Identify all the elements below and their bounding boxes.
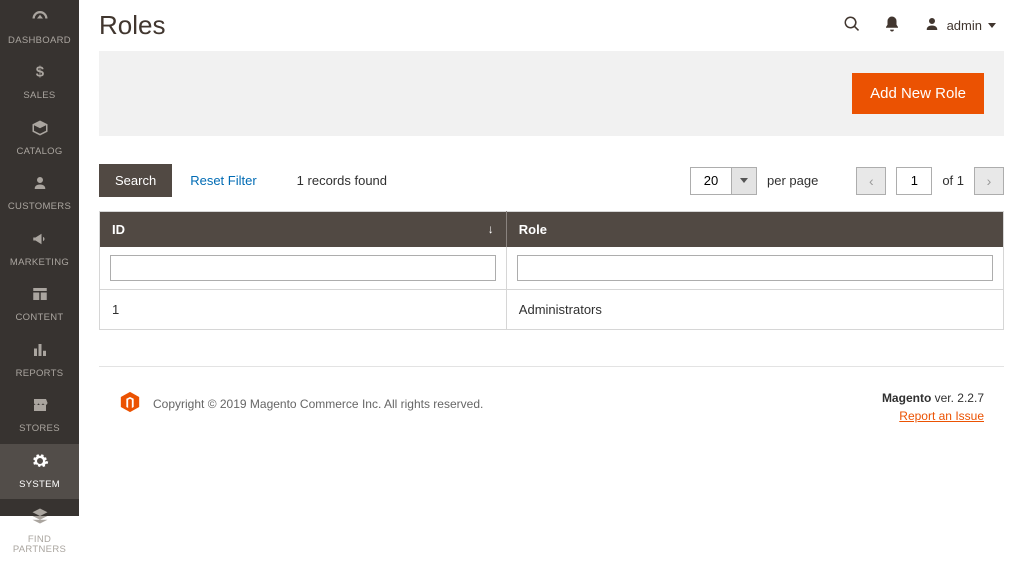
sidebar-item-label: MARKETING [10,258,69,268]
filter-id-input[interactable] [110,255,496,281]
header-actions: admin [843,15,996,36]
header: Roles admin [79,0,1024,51]
svg-text:$: $ [35,64,44,81]
col-id-header[interactable]: ID ↓ [100,212,507,248]
person-icon [31,174,49,198]
sidebar-item-label: REPORTS [16,369,64,379]
chevron-right-icon: › [987,173,992,189]
table-row[interactable]: 1 Administrators [100,290,1004,330]
brand-name: Magento [882,391,931,405]
user-menu[interactable]: admin [923,15,996,36]
sidebar-item-reports[interactable]: REPORTS [0,333,79,388]
version-number: ver. 2.2.7 [935,391,984,405]
sidebar-item-system[interactable]: SYSTEM [0,444,79,499]
action-bar: Add New Role [99,51,1004,136]
content: Add New Role Search Reset Filter 1 recor… [79,51,1024,423]
per-page-dropdown-button[interactable] [731,167,757,195]
pager-of-label: of 1 [942,173,964,188]
sidebar-item-label: CONTENT [15,313,63,323]
user-icon [923,15,941,36]
user-name: admin [947,18,982,33]
grid-controls: Search Reset Filter 1 records found per … [99,164,1004,197]
sidebar-item-label: SYSTEM [19,480,60,490]
page-title: Roles [99,10,843,41]
sidebar-item-partners[interactable]: FIND PARTNERS [0,499,79,565]
sidebar-item-dashboard[interactable]: DASHBOARD [0,0,79,55]
pager-prev-button[interactable]: ‹ [856,167,886,195]
sidebar-item-stores[interactable]: STORES [0,388,79,443]
pager-current-input[interactable] [896,167,932,195]
bar-chart-icon [31,341,49,365]
cell-role: Administrators [506,290,1003,330]
reset-filter-link[interactable]: Reset Filter [190,173,256,188]
gauge-icon [29,8,51,32]
filter-row [100,247,1004,290]
search-icon[interactable] [843,15,861,36]
sidebar-item-label: DASHBOARD [8,36,71,46]
magento-logo-icon [119,391,141,416]
sidebar-item-customers[interactable]: CUSTOMERS [0,166,79,221]
per-page-input[interactable] [690,167,732,195]
megaphone-icon [31,230,49,254]
sidebar-item-sales[interactable]: $ SALES [0,55,79,110]
sidebar-item-label: CATALOG [16,147,62,157]
sidebar-item-label: SALES [23,91,55,101]
sidebar-item-label: STORES [19,424,60,434]
layout-icon [31,285,49,309]
col-id-label: ID [112,222,125,237]
sidebar-item-content[interactable]: CONTENT [0,277,79,332]
cell-id: 1 [100,290,507,330]
roles-table: ID ↓ Role 1 Administrators [99,211,1004,330]
gear-icon [31,452,49,476]
chevron-down-icon [988,23,996,28]
report-issue-link[interactable]: Report an Issue [899,409,984,423]
chevron-down-icon [740,178,748,183]
main: Roles admin Add New Role Search Reset Fi… [79,0,1024,516]
search-button[interactable]: Search [99,164,172,197]
col-role-label: Role [519,222,547,237]
sidebar-item-catalog[interactable]: CATALOG [0,111,79,166]
col-role-header[interactable]: Role [506,212,1003,248]
filter-role-input[interactable] [517,255,993,281]
partners-icon [31,507,49,531]
records-found: 1 records found [297,173,387,188]
chevron-left-icon: ‹ [869,173,874,189]
version: Magento ver. 2.2.7 [882,391,984,405]
copyright: Copyright © 2019 Magento Commerce Inc. A… [153,397,483,411]
box-icon [31,119,49,143]
bell-icon[interactable] [883,15,901,36]
sidebar-item-label: FIND PARTNERS [2,535,77,556]
dollar-icon: $ [31,63,49,87]
per-page-label: per page [767,173,818,188]
footer: Copyright © 2019 Magento Commerce Inc. A… [99,366,1004,423]
pager-next-button[interactable]: › [974,167,1004,195]
pager: per page ‹ of 1 › [690,167,1004,195]
sort-asc-icon: ↓ [488,222,494,236]
sidebar-item-marketing[interactable]: MARKETING [0,222,79,277]
storefront-icon [31,396,49,420]
add-new-role-button[interactable]: Add New Role [852,73,984,114]
sidebar-item-label: CUSTOMERS [8,202,71,212]
sidebar: DASHBOARD $ SALES CATALOG CUSTOMERS MARK… [0,0,79,516]
